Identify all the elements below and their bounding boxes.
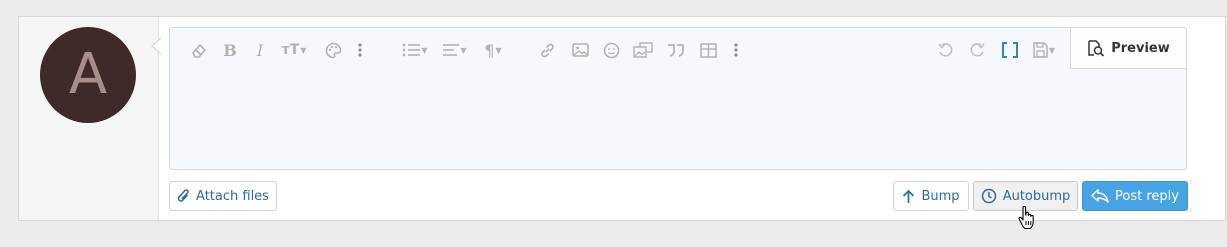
bold-icon[interactable]: B <box>221 40 239 60</box>
attach-files-button[interactable]: Attach files <box>169 181 277 211</box>
preview-button[interactable]: Preview <box>1070 27 1187 69</box>
clock-icon <box>981 188 996 204</box>
quick-reply-panel: A B I тT ▼ ▼ ▼ ¶ ▼ ▼ Preview Attach file… <box>18 16 1226 221</box>
bump-button[interactable]: Bump <box>893 181 969 211</box>
media-icon[interactable] <box>632 40 654 60</box>
quote-icon[interactable] <box>666 40 686 60</box>
chevron-down-icon: ▼ <box>421 45 428 55</box>
message-arrow-inner <box>153 38 162 54</box>
chevron-down-icon: ▼ <box>1048 45 1056 55</box>
align-icon[interactable]: ▼ <box>440 40 470 60</box>
bump-label: Bump <box>921 188 960 204</box>
eraser-icon[interactable] <box>188 40 208 60</box>
preview-icon <box>1088 39 1105 57</box>
paperclip-icon <box>177 189 189 202</box>
link-icon[interactable] <box>537 40 557 60</box>
reply-editor[interactable]: B I тT ▼ ▼ ▼ ¶ ▼ ▼ Preview <box>169 27 1187 170</box>
more-vertical-icon[interactable] <box>356 40 364 60</box>
autobump-label: Autobump <box>1002 188 1071 204</box>
table-icon[interactable] <box>698 40 718 60</box>
bbcode-icon[interactable] <box>999 40 1021 60</box>
redo-icon[interactable] <box>967 40 987 60</box>
list-icon[interactable]: ▼ <box>400 40 430 60</box>
smiley-icon[interactable] <box>601 40 621 60</box>
text-size-icon[interactable]: тT ▼ <box>276 40 312 60</box>
editor-toolbar: B I тT ▼ ▼ ▼ ¶ ▼ ▼ Preview <box>170 27 1187 70</box>
drafts-icon[interactable]: ▼ <box>1029 40 1059 60</box>
more-vertical-icon[interactable] <box>732 40 740 60</box>
avatar-column: A <box>19 17 159 220</box>
image-icon[interactable] <box>570 40 590 60</box>
paragraph-icon[interactable]: ¶ ▼ <box>479 40 507 60</box>
chevron-down-icon: ▼ <box>300 45 307 55</box>
hand-cursor-icon <box>1018 206 1034 230</box>
chevron-down-icon: ▼ <box>460 45 467 55</box>
post-reply-button[interactable]: Post reply <box>1082 181 1188 211</box>
chevron-down-icon: ▼ <box>495 45 502 55</box>
post-reply-label: Post reply <box>1115 188 1179 204</box>
avatar-letter: A <box>68 42 108 107</box>
palette-icon[interactable] <box>323 40 343 60</box>
italic-icon[interactable]: I <box>253 40 267 60</box>
preview-label: Preview <box>1111 40 1170 56</box>
avatar[interactable]: A <box>40 27 136 123</box>
reply-icon <box>1091 189 1109 203</box>
attach-files-label: Attach files <box>196 188 269 204</box>
undo-icon[interactable] <box>935 40 955 60</box>
arrow-up-icon <box>903 189 915 203</box>
